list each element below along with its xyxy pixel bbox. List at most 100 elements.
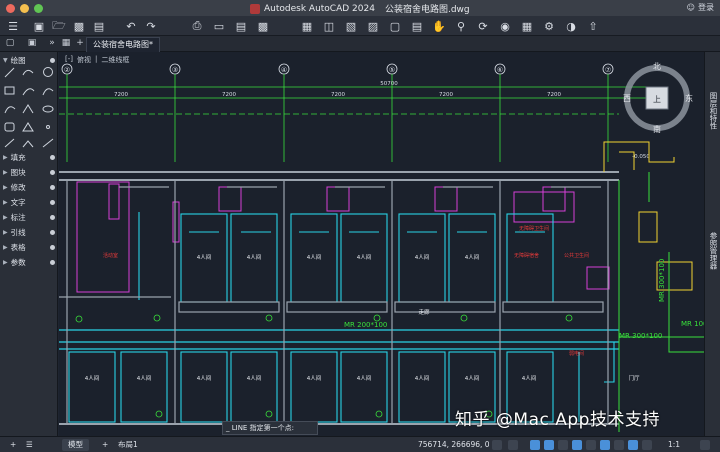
donut-tool-icon[interactable]: [42, 138, 54, 148]
ray-tool-icon[interactable]: [4, 138, 15, 148]
lineweight-toggle-icon[interactable]: [586, 440, 596, 450]
drawing-canvas[interactable]: ② ③ ④ ⑤ ⑥ ⑦ 7200 7200 7200 7200 7200 507…: [59, 52, 704, 436]
viewport-menu-button[interactable]: [-]: [65, 55, 73, 65]
polyline-tool-icon[interactable]: [22, 69, 34, 76]
layout-tab[interactable]: 布局1: [112, 439, 144, 451]
compass-center[interactable]: 上: [653, 95, 661, 104]
section-options-icon[interactable]: [50, 200, 55, 205]
plot-preview-icon[interactable]: ▩: [256, 19, 270, 33]
expand-icon[interactable]: »: [46, 38, 58, 50]
close-window-icon[interactable]: [6, 3, 15, 13]
redo-icon[interactable]: ↷: [144, 19, 158, 33]
customize-icon[interactable]: [700, 440, 710, 450]
osnap-toggle-icon[interactable]: [558, 440, 568, 450]
workspace-icon[interactable]: ⚙: [542, 19, 556, 33]
plot-icon[interactable]: ▭: [212, 19, 226, 33]
spline-tool-icon[interactable]: [42, 88, 54, 96]
section-text[interactable]: ▶ 文字: [3, 197, 55, 208]
markup-icon[interactable]: ▢: [388, 19, 402, 33]
section-options-icon[interactable]: [50, 260, 55, 265]
undo-icon[interactable]: ↶: [124, 19, 138, 33]
layer-properties-tab[interactable]: 图层和特性: [708, 92, 719, 130]
view-label[interactable]: 俯视: [77, 55, 91, 65]
layout-menu-icon[interactable]: ☰: [20, 439, 39, 451]
section-modify-label: 修改: [10, 183, 26, 192]
annotation-visibility-icon[interactable]: [628, 440, 638, 450]
layout-panel-icon[interactable]: ▢: [4, 38, 16, 50]
reference-manager-tab[interactable]: 参照管理器: [708, 232, 719, 270]
minimize-window-icon[interactable]: [20, 3, 29, 13]
print-icon[interactable]: ⎙: [190, 19, 204, 33]
region-tool-icon[interactable]: [4, 122, 15, 132]
scale-readout[interactable]: 1:1: [662, 439, 686, 451]
zoom-window-icon[interactable]: [34, 3, 43, 13]
matchprop-icon[interactable]: ▨: [366, 19, 380, 33]
section-options-icon[interactable]: [50, 185, 55, 190]
user-icon: ☺: [686, 3, 695, 12]
zoom-icon[interactable]: ⚲: [454, 19, 468, 33]
section-hatch[interactable]: ▶ 填充: [3, 152, 55, 163]
add-tab-icon[interactable]: +: [74, 38, 86, 50]
polygon-tool-icon[interactable]: [22, 104, 34, 114]
spline-fit-icon[interactable]: [4, 106, 16, 114]
saveas-icon[interactable]: ▤: [92, 19, 106, 33]
save-icon[interactable]: ▩: [72, 19, 86, 33]
section-options-icon[interactable]: [50, 155, 55, 160]
open-icon[interactable]: 🗁: [52, 19, 66, 33]
section-dimension[interactable]: ▶ 标注: [3, 212, 55, 223]
compass-south[interactable]: 南: [653, 124, 661, 134]
section-options-icon[interactable]: [50, 215, 55, 220]
ellipse-tool-icon[interactable]: [42, 105, 54, 113]
section-block[interactable]: ▶ 图块: [3, 167, 55, 178]
compass-north[interactable]: 北: [653, 62, 661, 71]
polar-toggle-icon[interactable]: [544, 440, 554, 450]
menu-icon[interactable]: ☰: [6, 19, 20, 33]
login-button[interactable]: ☺ 登录: [687, 2, 714, 13]
section-parametric[interactable]: ▶ 参数: [3, 257, 55, 268]
visual-style-label[interactable]: 二维线框: [101, 55, 129, 65]
properties-icon[interactable]: ▧: [344, 19, 358, 33]
arc-tool-icon[interactable]: [22, 88, 35, 96]
document-tab[interactable]: 公装宿舍电路图*: [86, 37, 160, 52]
section-options-icon[interactable]: [50, 170, 55, 175]
section-table[interactable]: ▶ 表格: [3, 242, 55, 253]
grid-toggle-icon[interactable]: [492, 440, 502, 450]
publish-icon[interactable]: ▤: [234, 19, 248, 33]
grid-label: ④: [281, 66, 287, 74]
new-icon[interactable]: ▣: [32, 19, 46, 33]
section-options-icon[interactable]: [50, 58, 55, 63]
calc-icon[interactable]: ▤: [410, 19, 424, 33]
share-drawing-icon[interactable]: ⇧: [586, 19, 600, 33]
section-options-icon[interactable]: [50, 230, 55, 235]
compass-east[interactable]: 东: [685, 93, 693, 103]
snap-toggle-icon[interactable]: [508, 440, 518, 450]
command-line[interactable]: _ LINE 指定第一个点:: [222, 421, 318, 435]
boundary-tool-icon[interactable]: [22, 122, 34, 132]
compass-west[interactable]: 西: [623, 94, 631, 103]
grid-view-icon[interactable]: ▦: [60, 38, 72, 50]
otrack-toggle-icon[interactable]: [572, 440, 582, 450]
point-tool-icon[interactable]: [46, 125, 50, 129]
orbit-icon[interactable]: ⟳: [476, 19, 490, 33]
transparency-toggle-icon[interactable]: [600, 440, 610, 450]
help-icon[interactable]: ◑: [564, 19, 578, 33]
annotation-scale-icon[interactable]: [642, 440, 652, 450]
pan-icon[interactable]: ✋: [432, 19, 446, 33]
room-label: 4人间: [247, 253, 262, 261]
steering-wheel-icon[interactable]: ◉: [498, 19, 512, 33]
ortho-toggle-icon[interactable]: [530, 440, 540, 450]
section-modify[interactable]: ▶ 修改: [3, 182, 55, 193]
circle-tool-icon[interactable]: [43, 67, 53, 77]
section-leader[interactable]: ▶ 引线: [3, 227, 55, 238]
xline-tool-icon[interactable]: [22, 140, 34, 148]
model-tab[interactable]: 模型: [62, 439, 89, 451]
view-cube-icon[interactable]: ▦: [520, 19, 534, 33]
floor-plan-drawing[interactable]: ② ③ ④ ⑤ ⑥ ⑦ 7200 7200 7200 7200 7200 507…: [59, 52, 704, 436]
section-options-icon[interactable]: [50, 245, 55, 250]
layout-icon[interactable]: ▦: [300, 19, 314, 33]
line-tool-icon[interactable]: [4, 67, 15, 78]
view-3d-icon[interactable]: ▣: [26, 38, 38, 50]
rectangle-tool-icon[interactable]: [4, 86, 15, 95]
share-icon[interactable]: ◫: [322, 19, 336, 33]
selection-cycling-icon[interactable]: [614, 440, 624, 450]
